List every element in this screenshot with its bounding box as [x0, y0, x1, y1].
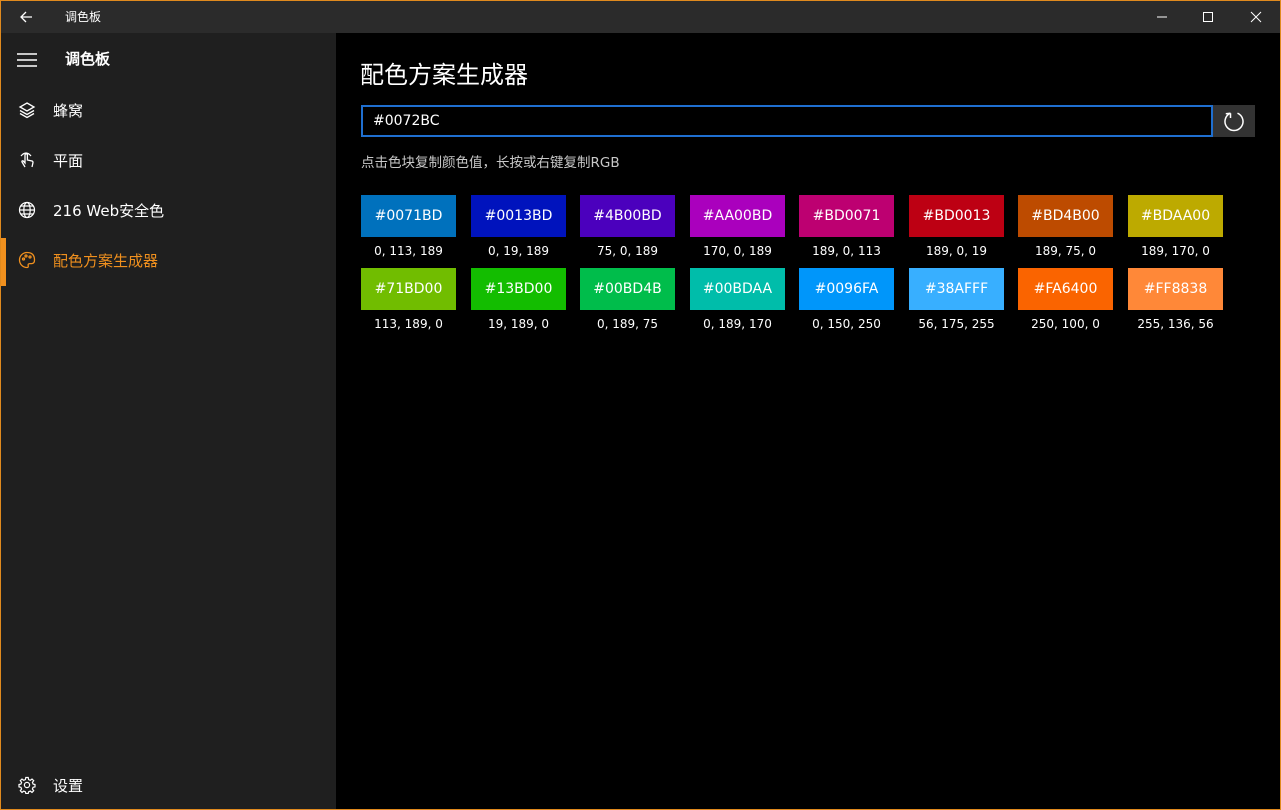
touch-hand-icon [1, 136, 53, 184]
refresh-button[interactable] [1213, 105, 1255, 137]
color-swatch[interactable]: #FA6400 250, 100, 0 [1018, 268, 1113, 331]
usage-hint: 点击色块复制颜色值，长按或右键复制RGB [361, 155, 620, 171]
nav-item-scheme-generator[interactable]: 配色方案生成器 [1, 236, 336, 286]
swatch-rgb-label: 0, 189, 75 [596, 317, 659, 331]
app-window: 调色板 调色板 蜂窝 平面 216 Web安全色 配色方案生成器 设置 配色方案… [0, 0, 1281, 810]
color-swatch[interactable]: #AA00BD 170, 0, 189 [690, 195, 785, 258]
color-swatch[interactable]: #BD0013 189, 0, 19 [909, 195, 1004, 258]
swatch-hex-label[interactable]: #AA00BD [690, 195, 785, 237]
swatch-hex-label[interactable]: #00BDAA [690, 268, 785, 310]
nav-item-web-safe[interactable]: 216 Web安全色 [1, 186, 336, 234]
navigation-pane: 调色板 蜂窝 平面 216 Web安全色 配色方案生成器 设置 [1, 33, 336, 809]
palette-icon [1, 236, 53, 284]
swatch-hex-label[interactable]: #0096FA [799, 268, 894, 310]
maximize-icon [1203, 12, 1213, 22]
swatch-rgb-label: 0, 19, 189 [487, 244, 550, 258]
swatch-hex-label[interactable]: #13BD00 [471, 268, 566, 310]
close-icon [1250, 11, 1262, 23]
swatch-rgb-label: 250, 100, 0 [1031, 317, 1100, 331]
nav-item-label: 蜂窝 [53, 101, 84, 120]
swatch-rgb-label: 0, 189, 170 [703, 317, 772, 331]
nav-item-settings[interactable]: 设置 [1, 761, 336, 809]
swatch-hex-label[interactable]: #0071BD [361, 195, 456, 237]
title-bar: 调色板 [1, 1, 1280, 33]
refresh-icon [1224, 112, 1244, 132]
swatch-hex-label[interactable]: #4B00BD [580, 195, 675, 237]
color-swatch[interactable]: #00BDAA 0, 189, 170 [690, 268, 785, 331]
nav-item-honeycomb[interactable]: 蜂窝 [1, 86, 336, 134]
color-swatch[interactable]: #4B00BD 75, 0, 189 [580, 195, 675, 258]
swatch-hex-label[interactable]: #00BD4B [580, 268, 675, 310]
minimize-button[interactable] [1139, 1, 1185, 33]
swatch-rgb-label: 0, 150, 250 [812, 317, 881, 331]
close-button[interactable] [1233, 1, 1279, 33]
swatch-hex-label[interactable]: #FF8838 [1128, 268, 1223, 310]
nav-item-label: 216 Web安全色 [53, 201, 165, 220]
color-swatch[interactable]: #FF8838 255, 136, 56 [1128, 268, 1223, 331]
swatch-rgb-label: 189, 170, 0 [1141, 244, 1210, 258]
swatch-rgb-label: 75, 0, 189 [596, 244, 659, 258]
swatch-hex-label[interactable]: #BD0071 [799, 195, 894, 237]
swatch-rgb-label: 170, 0, 189 [703, 244, 772, 258]
back-arrow-icon [20, 11, 32, 23]
gear-icon [1, 761, 53, 809]
swatch-rgb-label: 255, 136, 56 [1137, 317, 1214, 331]
page-title: 配色方案生成器 [360, 61, 528, 89]
main-content: 配色方案生成器 点击色块复制颜色值，长按或右键复制RGB #0071BD 0, 1… [336, 33, 1280, 809]
hamburger-icon [17, 53, 37, 67]
nav-item-label: 平面 [53, 151, 84, 170]
nav-item-label: 设置 [53, 776, 84, 795]
swatch-hex-label[interactable]: #0013BD [471, 195, 566, 237]
color-swatch[interactable]: #38AFFF 56, 175, 255 [909, 268, 1004, 331]
color-swatch[interactable]: #0071BD 0, 113, 189 [361, 195, 456, 258]
back-button[interactable] [1, 1, 51, 33]
color-swatch[interactable]: #BD0071 189, 0, 113 [799, 195, 894, 258]
layers-icon [1, 86, 53, 134]
color-swatch[interactable]: #00BD4B 0, 189, 75 [580, 268, 675, 331]
color-input[interactable] [361, 105, 1213, 137]
window-title: 调色板 [65, 10, 102, 24]
color-swatch[interactable]: #13BD00 19, 189, 0 [471, 268, 566, 331]
color-swatch[interactable]: #BDAA00 189, 170, 0 [1128, 195, 1223, 258]
swatch-rgb-label: 189, 0, 113 [812, 244, 881, 258]
color-swatch[interactable]: #0013BD 0, 19, 189 [471, 195, 566, 258]
nav-item-label: 配色方案生成器 [53, 251, 159, 270]
globe-icon [1, 186, 53, 234]
swatch-rgb-label: 19, 189, 0 [487, 317, 550, 331]
swatch-hex-label[interactable]: #38AFFF [909, 268, 1004, 310]
swatch-hex-label[interactable]: #BD4B00 [1018, 195, 1113, 237]
swatch-hex-label[interactable]: #FA6400 [1018, 268, 1113, 310]
swatch-rgb-label: 56, 175, 255 [918, 317, 995, 331]
color-swatch[interactable]: #BD4B00 189, 75, 0 [1018, 195, 1113, 258]
pane-title: 调色板 [65, 50, 111, 68]
hamburger-menu-button[interactable] [1, 43, 53, 77]
color-swatch[interactable]: #71BD00 113, 189, 0 [361, 268, 456, 331]
maximize-button[interactable] [1185, 1, 1231, 33]
swatch-rgb-label: 189, 0, 19 [925, 244, 988, 258]
minimize-icon [1157, 16, 1167, 18]
swatch-rgb-label: 189, 75, 0 [1034, 244, 1097, 258]
swatch-rgb-label: 113, 189, 0 [374, 317, 443, 331]
swatch-hex-label[interactable]: #BDAA00 [1128, 195, 1223, 237]
swatch-rgb-label: 0, 113, 189 [374, 244, 443, 258]
swatch-hex-label[interactable]: #BD0013 [909, 195, 1004, 237]
swatch-hex-label[interactable]: #71BD00 [361, 268, 456, 310]
nav-item-flat[interactable]: 平面 [1, 136, 336, 184]
color-swatch[interactable]: #0096FA 0, 150, 250 [799, 268, 894, 331]
